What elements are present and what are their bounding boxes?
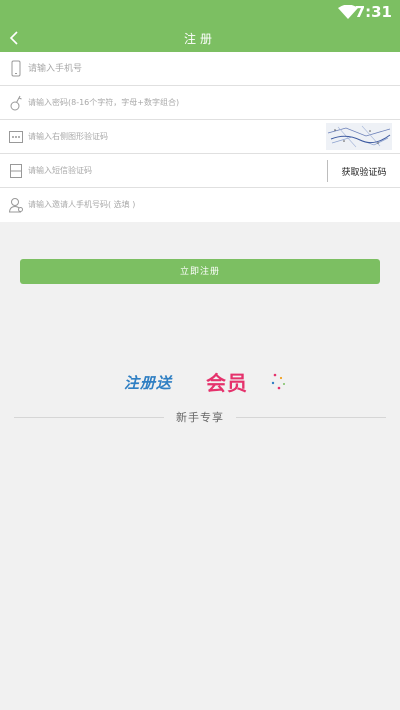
status-time: 7:31 xyxy=(354,3,392,21)
sparkle-icon xyxy=(271,373,285,390)
page-title: 注册 xyxy=(183,32,216,46)
get-code-button[interactable]: 获取验证码 xyxy=(327,160,400,182)
captcha-row xyxy=(0,120,400,154)
divider-label: 新手专享 xyxy=(164,409,236,425)
phone-row xyxy=(0,52,400,86)
password-row xyxy=(0,86,400,120)
inviter-row xyxy=(0,188,400,222)
register-button[interactable]: 立即注册 xyxy=(20,259,380,284)
phone-icon xyxy=(11,60,21,77)
captcha-input[interactable] xyxy=(28,120,318,153)
sms-row: 获取验证码 xyxy=(0,154,400,188)
abc-icon xyxy=(9,131,23,143)
inviter-phone-input[interactable] xyxy=(28,188,318,221)
user-icon xyxy=(8,198,23,213)
password-input[interactable] xyxy=(28,86,318,119)
title-bar: 注册 xyxy=(0,24,400,52)
message-icon xyxy=(10,164,22,178)
promo-text-pink: 会员 xyxy=(206,371,248,395)
register-form: 获取验证码 xyxy=(0,52,400,222)
promo-text-blue: 注册送 xyxy=(124,374,173,392)
key-icon xyxy=(10,95,22,111)
captcha-image[interactable] xyxy=(326,123,392,150)
status-bar: 7:31 xyxy=(0,0,400,24)
get-code-label: 获取验证码 xyxy=(341,168,387,178)
register-button-label: 立即注册 xyxy=(179,267,220,277)
promo-banner: 注册送 会员 xyxy=(0,366,400,396)
sms-code-input[interactable] xyxy=(28,154,318,187)
phone-input[interactable] xyxy=(28,52,318,85)
